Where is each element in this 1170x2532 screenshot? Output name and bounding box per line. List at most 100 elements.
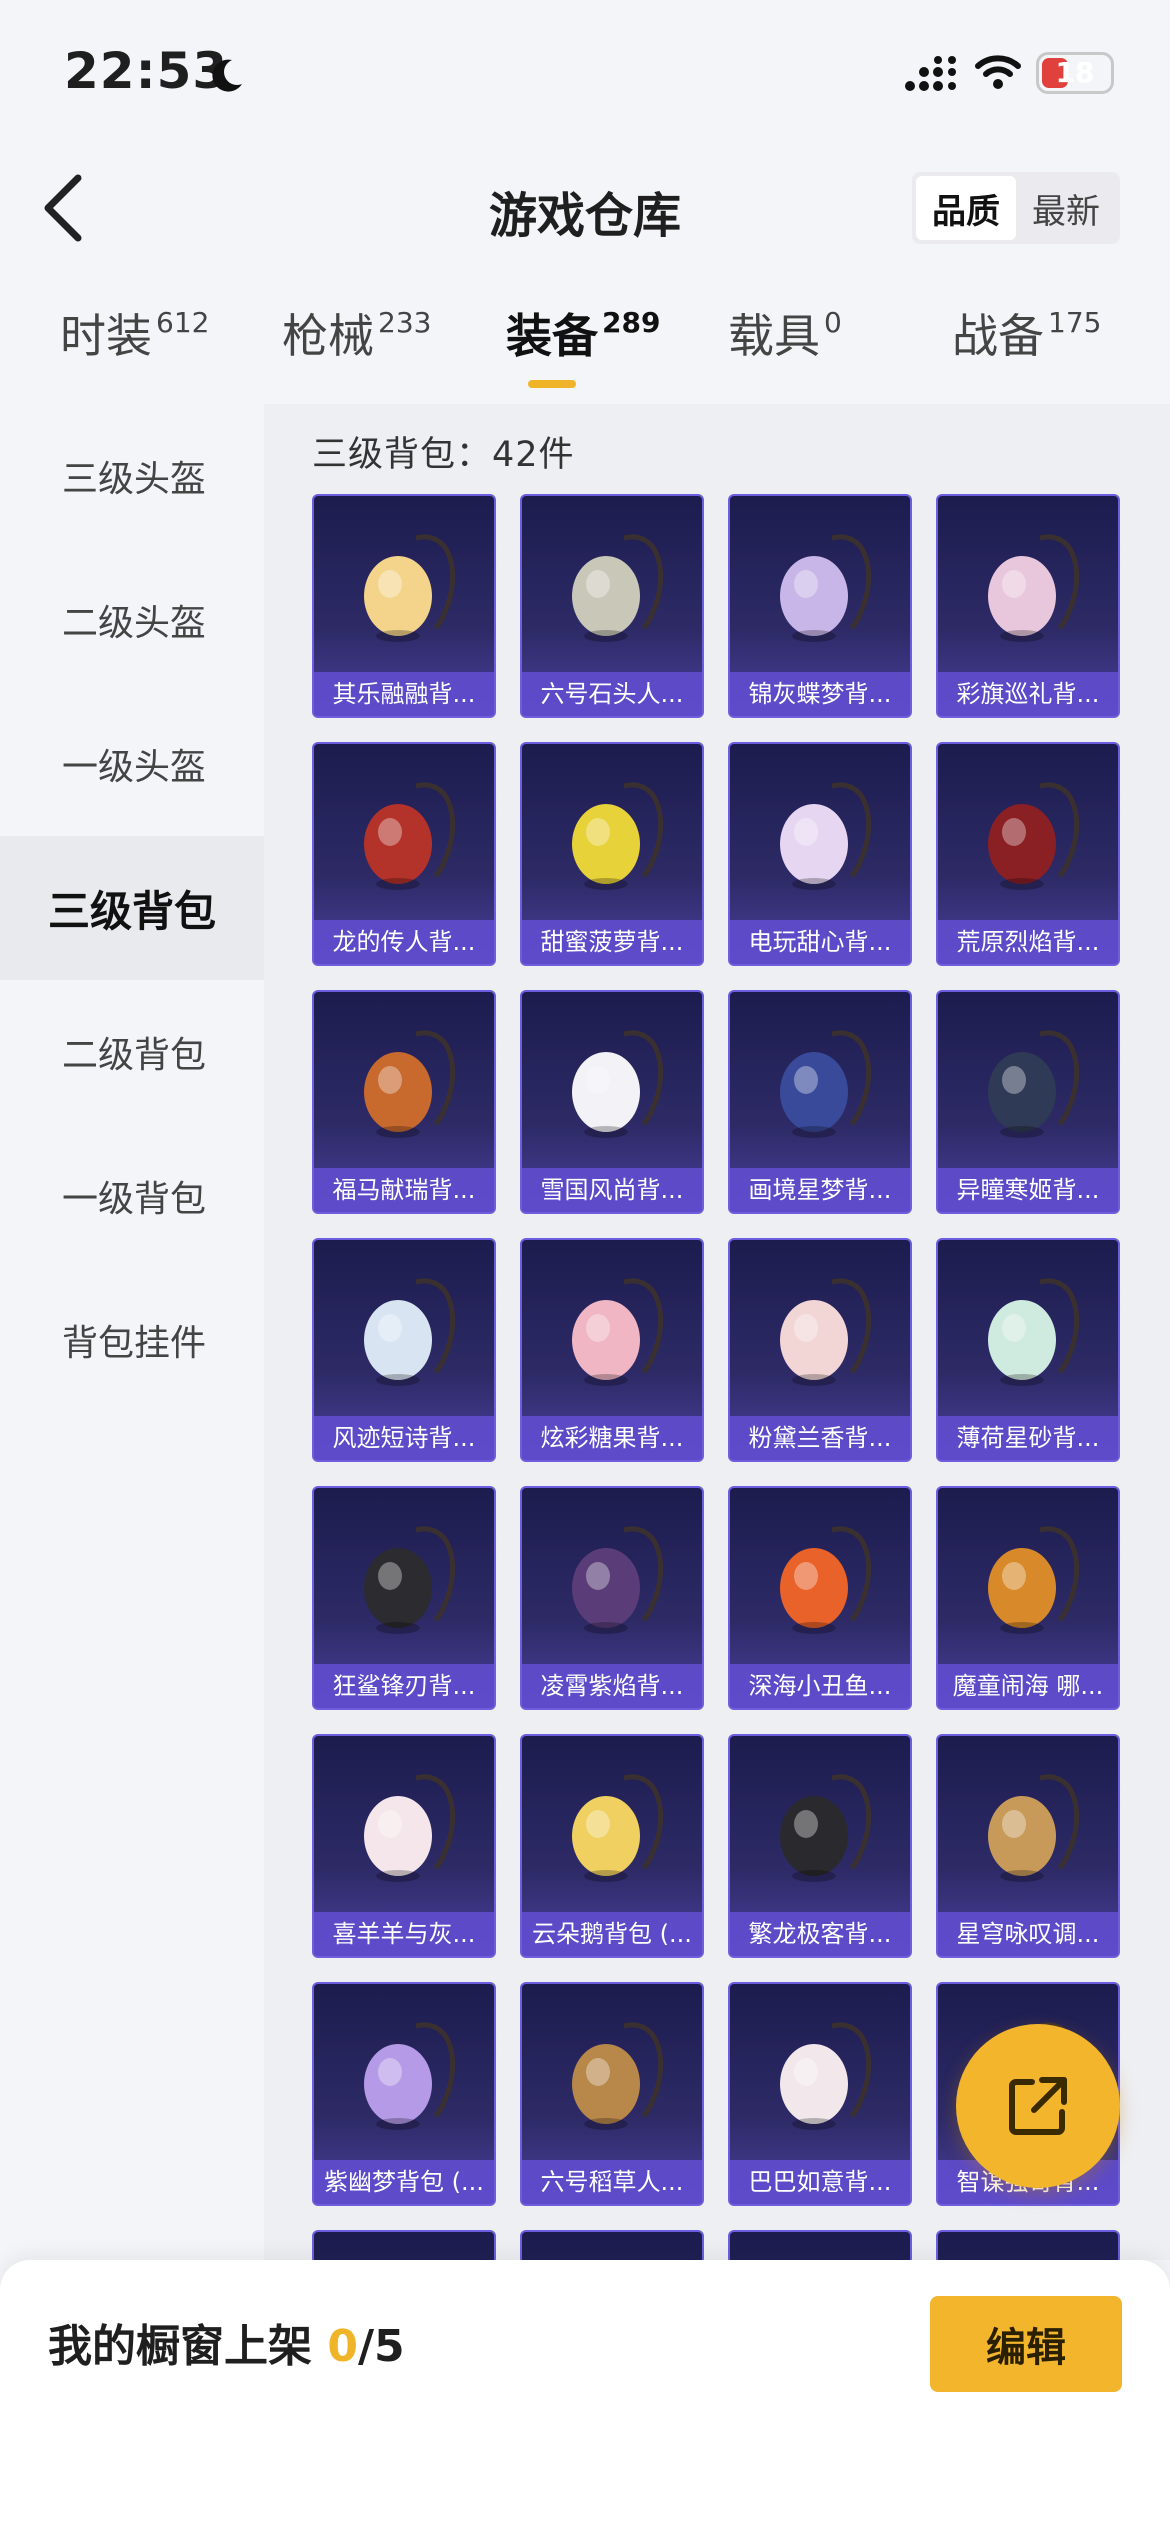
sort-toggle[interactable]: 品质 最新 (912, 172, 1120, 244)
battery-level-text: 18 (1055, 56, 1095, 89)
item-card[interactable]: 喜羊羊与灰... (312, 1734, 496, 1958)
item-name: 狂鲨锋刃背... (314, 1664, 494, 1708)
showcase-current-count: 0 (327, 2321, 358, 2372)
item-card[interactable]: 星穹咏叹调... (936, 1734, 1120, 1958)
showcase-total: /5 (357, 2321, 405, 2372)
item-card[interactable]: 异瞳寒姬背... (936, 990, 1120, 1214)
item-card[interactable]: 炫彩糖果背... (520, 1238, 704, 1462)
tab-label: 战备 (952, 309, 1044, 363)
backpack-icon (780, 782, 872, 890)
item-card[interactable]: 六号稻草人... (520, 1982, 704, 2206)
item-card-partial[interactable] (728, 2230, 912, 2260)
backpack-icon (988, 782, 1080, 890)
item-card[interactable]: 巴巴如意背... (728, 1982, 912, 2206)
tab-battle-gear[interactable]: 战备 175 (952, 300, 1101, 400)
tab-count: 612 (156, 306, 210, 339)
sidebar-item-helmet-lv2[interactable]: 二级头盔 (0, 548, 264, 692)
sidebar-item-helmet-lv3[interactable]: 三级头盔 (0, 404, 264, 548)
tab-count: 0 (824, 306, 842, 339)
bottom-bar: 我的橱窗上架 0/5 编辑 (0, 2260, 1170, 2532)
item-content-area: 三级背包：42件 其乐融融背... 六号石头人... 锦灰蝶梦背... 彩旗巡礼背..… (264, 404, 1170, 2260)
item-card-partial[interactable] (936, 2230, 1120, 2260)
item-card[interactable]: 魔童闹海 哪... (936, 1486, 1120, 1710)
sidebar-item-helmet-lv1[interactable]: 一级头盔 (0, 692, 264, 836)
item-card[interactable]: 彩旗巡礼背... (936, 494, 1120, 718)
item-name: 其乐融融背... (314, 672, 494, 716)
sidebar-item-backpack-lv2[interactable]: 二级背包 (0, 980, 264, 1124)
backpack-icon (572, 1030, 664, 1138)
backpack-icon (780, 1526, 872, 1634)
back-arrow-icon[interactable] (34, 168, 94, 248)
item-name: 薄荷星砂背... (938, 1416, 1118, 1460)
item-card[interactable]: 龙的传人背... (312, 742, 496, 966)
sidebar-item-backpack-pendant[interactable]: 背包挂件 (0, 1268, 264, 1412)
tab-count: 233 (378, 306, 432, 339)
item-name: 炫彩糖果背... (522, 1416, 702, 1460)
sort-option-newest[interactable]: 最新 (1016, 176, 1116, 240)
backpack-icon (364, 1526, 456, 1634)
backpack-icon (364, 1030, 456, 1138)
item-card[interactable]: 狂鲨锋刃背... (312, 1486, 496, 1710)
backpack-icon (780, 534, 872, 642)
backpack-icon (572, 1774, 664, 1882)
backpack-icon (364, 2022, 456, 2130)
tab-vehicles[interactable]: 载具 0 (728, 300, 842, 400)
category-tabs: 时装 612 枪械 233 装备 289 载具 0 战备 175 (0, 300, 1170, 400)
backpack-icon (572, 782, 664, 890)
backpack-icon (988, 1278, 1080, 1386)
item-name: 雪国风尚背... (522, 1168, 702, 1212)
item-name: 紫幽梦背包 (... (314, 2160, 494, 2204)
item-card-partial[interactable] (312, 2230, 496, 2260)
item-name: 福马献瑞背... (314, 1168, 494, 1212)
backpack-icon (988, 1030, 1080, 1138)
showcase-label: 我的橱窗上架 (48, 2321, 312, 2372)
item-name: 魔童闹海 哪... (938, 1664, 1118, 1708)
item-card[interactable]: 画境星梦背... (728, 990, 912, 1214)
tab-label: 装备 (506, 309, 598, 363)
item-name: 繁龙极客背... (730, 1912, 910, 1956)
item-card[interactable]: 深海小丑鱼... (728, 1486, 912, 1710)
sort-option-quality[interactable]: 品质 (916, 176, 1016, 240)
backpack-icon (988, 534, 1080, 642)
status-time: 22:53 (64, 42, 229, 100)
backpack-icon (572, 534, 664, 642)
backpack-icon (364, 782, 456, 890)
item-name: 粉黛兰香背... (730, 1416, 910, 1460)
item-card[interactable]: 雪国风尚背... (520, 990, 704, 1214)
item-card-partial[interactable] (520, 2230, 704, 2260)
item-card[interactable]: 锦灰蝶梦背... (728, 494, 912, 718)
item-name: 荒原烈焰背... (938, 920, 1118, 964)
item-card[interactable]: 福马献瑞背... (312, 990, 496, 1214)
item-card[interactable]: 凌霄紫焰背... (520, 1486, 704, 1710)
item-card[interactable]: 繁龙极客背... (728, 1734, 912, 1958)
item-name: 风迹短诗背... (314, 1416, 494, 1460)
share-button[interactable] (956, 2024, 1120, 2188)
item-name: 龙的传人背... (314, 920, 494, 964)
item-card[interactable]: 紫幽梦背包 (... (312, 1982, 496, 2206)
section-title: 三级背包：42件 (312, 435, 575, 475)
item-name: 星穹咏叹调... (938, 1912, 1118, 1956)
item-name: 甜蜜菠萝背... (522, 920, 702, 964)
tab-fashion[interactable]: 时装 612 (60, 300, 209, 400)
item-name: 锦灰蝶梦背... (730, 672, 910, 716)
sidebar-item-backpack-lv1[interactable]: 一级背包 (0, 1124, 264, 1268)
item-card[interactable]: 风迹短诗背... (312, 1238, 496, 1462)
backpack-icon (988, 1526, 1080, 1634)
item-card[interactable]: 云朵鹅背包 (... (520, 1734, 704, 1958)
item-card[interactable]: 粉黛兰香背... (728, 1238, 912, 1462)
sidebar-item-backpack-lv3[interactable]: 三级背包 (0, 836, 264, 980)
item-card[interactable]: 其乐融融背... (312, 494, 496, 718)
item-card[interactable]: 荒原烈焰背... (936, 742, 1120, 966)
tab-label: 载具 (728, 309, 820, 363)
item-card[interactable]: 六号石头人... (520, 494, 704, 718)
moon-icon (212, 59, 242, 92)
tab-firearms[interactable]: 枪械 233 (282, 300, 431, 400)
edit-button[interactable]: 编辑 (930, 2296, 1122, 2392)
wifi-icon (975, 55, 1021, 89)
item-card[interactable]: 电玩甜心背... (728, 742, 912, 966)
tab-label: 时装 (60, 309, 152, 363)
item-card[interactable]: 甜蜜菠萝背... (520, 742, 704, 966)
item-name: 凌霄紫焰背... (522, 1664, 702, 1708)
item-card[interactable]: 薄荷星砂背... (936, 1238, 1120, 1462)
backpack-icon (780, 2022, 872, 2130)
